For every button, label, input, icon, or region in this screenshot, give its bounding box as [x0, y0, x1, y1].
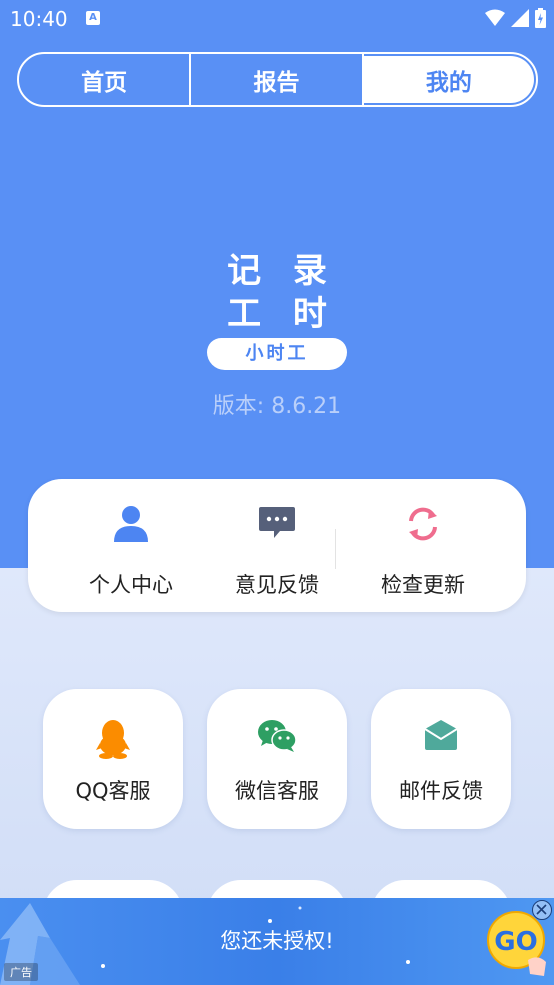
battery-icon	[535, 8, 546, 28]
mail-feedback-label: 邮件反馈	[399, 779, 483, 803]
qq-service-label: QQ客服	[75, 779, 151, 803]
status-icons	[485, 8, 546, 28]
status-bar: 10:40 A	[0, 0, 554, 38]
divider	[335, 529, 336, 569]
action-card: 个人中心 意见反馈 检查更新	[28, 479, 526, 612]
mail-icon	[424, 720, 458, 750]
wifi-icon	[485, 9, 505, 26]
version-text: 版本: 8.6.21	[212, 394, 342, 419]
feedback-button[interactable]: 意见反馈	[204, 479, 350, 612]
chat-bubble-icon	[259, 507, 295, 538]
ad-banner[interactable]: 您还未授权! 广告 GO	[0, 898, 554, 985]
logo-line-2: 工 时	[227, 294, 337, 334]
ad-tag: 广告	[4, 963, 38, 981]
person-icon	[114, 506, 148, 542]
profile-label: 个人中心	[89, 573, 173, 597]
check-update-button[interactable]: 检查更新	[350, 479, 496, 612]
wechat-service-button[interactable]: 微信客服	[207, 689, 347, 829]
refresh-icon	[409, 507, 437, 541]
wechat-icon	[258, 720, 297, 752]
wechat-service-label: 微信客服	[235, 779, 319, 803]
close-ad-icon[interactable]	[532, 900, 552, 920]
tab-bar: 首页 报告 我的	[17, 52, 538, 107]
feedback-label: 意见反馈	[235, 573, 319, 597]
mail-feedback-button[interactable]: 邮件反馈	[371, 689, 511, 829]
profile-button[interactable]: 个人中心	[58, 479, 204, 612]
tab-home[interactable]: 首页	[19, 54, 192, 105]
tab-report[interactable]: 报告	[191, 54, 364, 105]
logo-badge: 小时工	[207, 338, 347, 370]
notification-icon: A	[86, 11, 100, 25]
qq-penguin-icon	[96, 720, 130, 759]
signal-icon	[511, 9, 529, 27]
qq-service-button[interactable]: QQ客服	[43, 689, 183, 829]
logo-line-1: 记 录	[227, 251, 337, 291]
check-update-label: 检查更新	[381, 573, 465, 597]
go-label: GO	[494, 927, 537, 957]
tab-mine[interactable]: 我的	[363, 56, 534, 103]
ad-text: 您还未授权!	[220, 929, 334, 953]
status-time: 10:40	[10, 7, 68, 31]
